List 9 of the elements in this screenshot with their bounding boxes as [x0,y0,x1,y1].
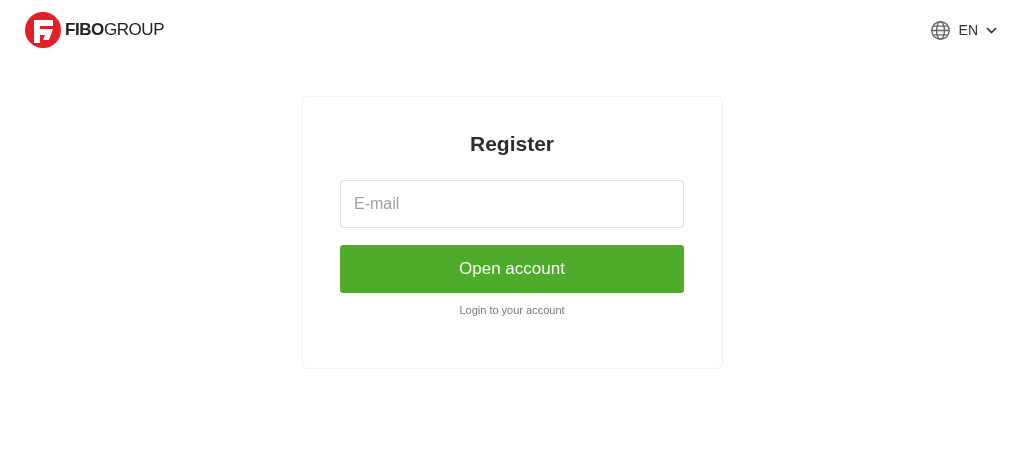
open-account-button[interactable]: Open account [340,245,684,293]
language-selector[interactable]: EN [929,19,997,41]
logo-icon [25,12,61,48]
email-field[interactable]: E-mail [340,180,684,228]
login-link[interactable]: Login to your account [459,302,565,319]
logo-text: FIBOGROUP [65,19,165,42]
globe-icon [929,19,951,41]
form-title: Register [470,131,554,157]
chevron-down-icon [986,26,997,34]
